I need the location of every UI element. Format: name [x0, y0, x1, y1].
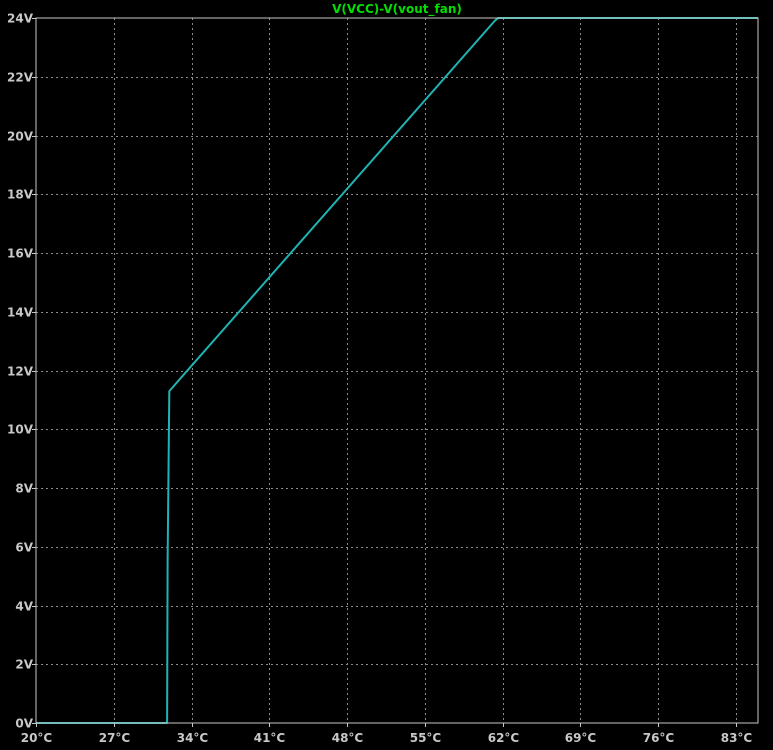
y-tick-label: 20V: [7, 130, 34, 144]
y-tick-label: 2V: [15, 658, 33, 672]
y-tick-label: 6V: [15, 541, 33, 555]
y-tick-label: 10V: [7, 423, 34, 437]
x-tick-label: 34°C: [177, 731, 209, 745]
series-layer: [36, 17, 758, 724]
y-tick-label: 16V: [7, 247, 34, 261]
y-tick-labels: 0V 2V 4V 6V 8V 10V 12V 14V 16V 18V 20V 22V 24V: [7, 12, 34, 731]
x-tick-label: 69°C: [565, 731, 597, 745]
chart-svg: 20°C 27°C 34°C 41°C 48°C 55°C 62°C 69°C 76°C 83°C…: [7, 2, 759, 745]
y-tick-label: 24V: [7, 12, 34, 26]
series-line: [36, 17, 758, 724]
x-tick-label: 27°C: [99, 731, 131, 745]
y-tick-label: 18V: [7, 188, 34, 202]
y-tick-label: 0V: [15, 717, 33, 731]
x-tick-labels: 20°C 27°C 34°C 41°C 48°C 55°C 62°C 69°C 76°C 83°C: [21, 731, 753, 745]
x-tick-label: 20°C: [21, 731, 53, 745]
x-tick-label: 83°C: [721, 731, 753, 745]
y-tick-label: 12V: [7, 365, 34, 379]
y-tick-label: 14V: [7, 306, 34, 320]
chart-title: V(VCC)-V(vout_fan): [332, 2, 462, 17]
tick-marks: [32, 18, 737, 727]
x-tick-label: 76°C: [643, 731, 675, 745]
y-tick-label: 4V: [15, 600, 33, 614]
grid-lines: [36, 18, 758, 723]
y-tick-label: 22V: [7, 71, 34, 85]
x-tick-label: 48°C: [332, 731, 364, 745]
y-tick-label: 8V: [15, 482, 33, 496]
x-tick-label: 41°C: [254, 731, 286, 745]
plot-frame: [35, 17, 759, 724]
x-tick-label: 62°C: [488, 731, 520, 745]
x-tick-label: 55°C: [410, 731, 442, 745]
